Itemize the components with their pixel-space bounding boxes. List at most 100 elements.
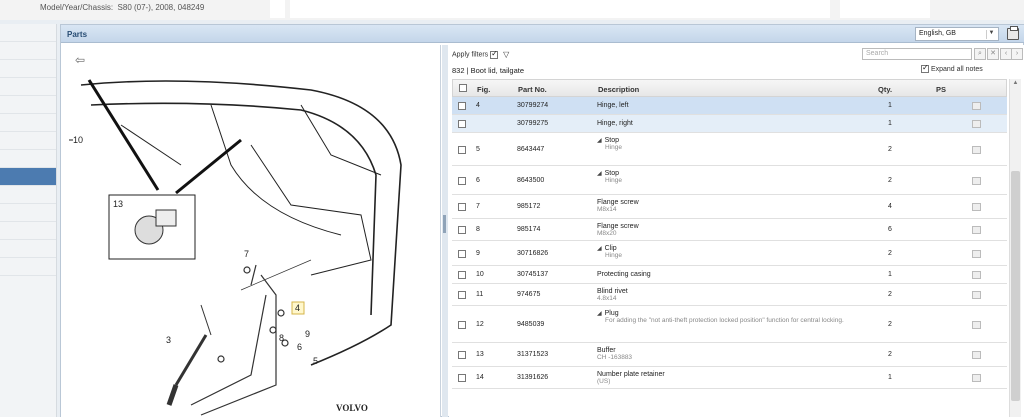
note-icon[interactable] — [972, 271, 981, 279]
back-arrow-icon[interactable]: ⇦ — [75, 53, 85, 67]
row-checkbox[interactable] — [458, 374, 466, 382]
expand-triangle-icon[interactable]: ◢ — [597, 246, 602, 252]
table-row[interactable]: 8 985174 Flange screw M8x20 6 — [452, 219, 1007, 241]
nav-item[interactable] — [0, 222, 56, 240]
row-part-no[interactable]: 985172 — [517, 203, 540, 210]
row-part-no[interactable]: 8643500 — [517, 177, 544, 184]
row-part-no[interactable]: 30716826 — [517, 250, 548, 257]
table-row[interactable]: 13 31371523 Buffer CH -163883 2 — [452, 343, 1007, 367]
expand-triangle-icon[interactable]: ◢ — [597, 311, 602, 317]
table-row[interactable]: 12 9485039 ◢ Plug For adding the "not anti-t… — [452, 306, 1007, 343]
row-checkbox[interactable] — [458, 120, 466, 128]
search-icon[interactable]: ⌕ — [974, 48, 986, 60]
print-icon[interactable] — [1007, 26, 1019, 40]
row-checkbox[interactable] — [458, 203, 466, 211]
table-row[interactable]: 4 30799274 Hinge, left 1 — [452, 97, 1007, 115]
topbar-block — [290, 0, 830, 18]
note-icon[interactable] — [972, 226, 981, 234]
nav-item[interactable] — [0, 42, 56, 60]
nav-item[interactable] — [0, 96, 56, 114]
row-checkbox[interactable] — [458, 177, 466, 185]
row-checkbox[interactable] — [458, 271, 466, 279]
row-part-no[interactable]: 30745137 — [517, 271, 548, 278]
expand-notes-checkbox[interactable] — [921, 63, 929, 73]
note-icon[interactable] — [972, 102, 981, 110]
next-icon[interactable]: › — [1011, 48, 1023, 60]
nav-item[interactable] — [0, 204, 56, 222]
row-subtext: M8x14 — [597, 206, 617, 213]
expand-triangle-icon[interactable]: ◢ — [597, 138, 602, 144]
row-fig: 11 — [476, 291, 484, 298]
filter-icon[interactable]: ▽ — [503, 50, 509, 59]
row-part-no[interactable]: 31371523 — [517, 351, 548, 358]
row-checkbox[interactable] — [458, 321, 466, 329]
row-description: Blind rivet 4.8x14 — [597, 288, 628, 302]
row-part-no[interactable]: 30799274 — [517, 102, 548, 109]
row-part-no[interactable]: 9485039 — [517, 321, 544, 328]
topbar-block — [270, 0, 285, 18]
note-icon[interactable] — [972, 203, 981, 211]
row-checkbox[interactable] — [458, 226, 466, 234]
nav-item[interactable] — [0, 150, 56, 168]
row-part-no[interactable]: 8643447 — [517, 146, 544, 153]
expand-triangle-icon[interactable]: ◢ — [597, 171, 602, 177]
nav-item[interactable] — [0, 60, 56, 78]
language-select[interactable]: English, GB ▼ — [915, 27, 999, 41]
row-qty: 2 — [888, 146, 892, 153]
table-row[interactable]: 5 8643447 ◢ Stop Hinge 2 — [452, 133, 1007, 166]
note-icon[interactable] — [972, 374, 981, 382]
splitter-grip[interactable] — [443, 215, 446, 233]
row-part-no[interactable]: 30799275 — [517, 120, 548, 127]
model-info: Model/Year/Chassis: S80 (07-), 2008, 048… — [40, 3, 205, 12]
note-icon[interactable] — [972, 291, 981, 299]
note-icon[interactable] — [972, 351, 981, 359]
row-part-no[interactable]: 985174 — [517, 226, 540, 233]
note-icon[interactable] — [972, 146, 981, 154]
nav-item[interactable] — [0, 240, 56, 258]
table-row[interactable]: 14 31391626 Number plate retainer (US) 1 — [452, 367, 1007, 389]
table-row[interactable]: 9 30716826 ◢ Clip Hinge 2 — [452, 241, 1007, 266]
row-checkbox[interactable] — [458, 102, 466, 110]
row-qty: 2 — [888, 291, 892, 298]
search-input[interactable]: Search — [862, 48, 972, 60]
nav-item[interactable] — [0, 114, 56, 132]
row-checkbox[interactable] — [458, 291, 466, 299]
scroll-thumb[interactable] — [1011, 171, 1020, 401]
nav-item[interactable] — [0, 132, 56, 150]
row-qty: 2 — [888, 177, 892, 184]
callout-3: 3 — [166, 335, 171, 345]
callout-10: 10 — [73, 135, 83, 145]
nav-item[interactable] — [0, 258, 56, 276]
table-scrollbar[interactable]: ▲ — [1009, 79, 1021, 417]
nav-item[interactable] — [0, 186, 56, 204]
row-fig: 7 — [476, 203, 480, 210]
panel-splitter[interactable] — [442, 45, 448, 417]
table-row[interactable]: 7 985172 Flange screw M8x14 4 — [452, 195, 1007, 219]
scroll-up-icon[interactable]: ▲ — [1011, 80, 1020, 89]
nav-item[interactable] — [0, 78, 56, 96]
table-row[interactable]: 10 30745137 Protecting casing 1 — [452, 266, 1007, 284]
row-qty: 4 — [888, 203, 892, 210]
note-icon[interactable] — [972, 250, 981, 258]
table-row[interactable]: 6 8643500 ◢ Stop Hinge 2 — [452, 166, 1007, 195]
table-row[interactable]: 30799275 Hinge, right 1 — [452, 115, 1007, 133]
row-checkbox[interactable] — [458, 351, 466, 359]
row-subtext: 4.8x14 — [597, 295, 617, 302]
clear-icon[interactable]: ✕ — [987, 48, 999, 60]
table-row[interactable]: 11 974675 Blind rivet 4.8x14 2 — [452, 284, 1007, 306]
row-part-no[interactable]: 31391626 — [517, 374, 548, 381]
chevron-down-icon: ▼ — [986, 30, 996, 39]
apply-filters-checkbox[interactable] — [490, 49, 499, 59]
note-icon[interactable] — [972, 120, 981, 128]
row-checkbox[interactable] — [458, 250, 466, 258]
note-icon[interactable] — [972, 321, 981, 329]
brand-logo: VOLVO — [336, 403, 368, 413]
nav-item-active[interactable] — [0, 168, 56, 186]
row-checkbox[interactable] — [458, 146, 466, 154]
select-all-checkbox[interactable] — [459, 84, 467, 92]
nav-item[interactable] — [0, 24, 56, 42]
row-part-no[interactable]: 974675 — [517, 291, 540, 298]
row-subtext: Hinge — [605, 177, 622, 184]
apply-filters: Apply filters ▽ — [452, 49, 509, 60]
note-icon[interactable] — [972, 177, 981, 185]
